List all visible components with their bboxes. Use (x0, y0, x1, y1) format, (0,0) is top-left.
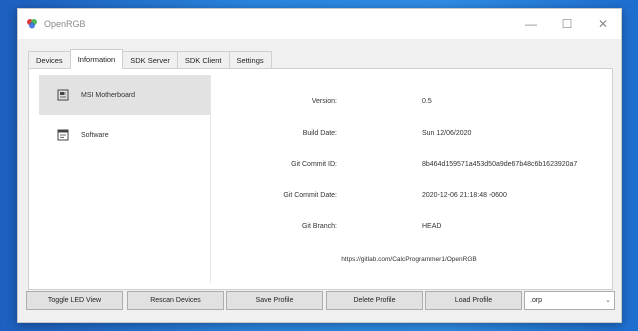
toggle-led-view-button[interactable]: Toggle LED View (26, 291, 123, 310)
software-icon (57, 129, 69, 141)
tab-settings[interactable]: Settings (228, 51, 272, 69)
sidebar-item-label: MSI Motherboard (81, 91, 136, 99)
tab-sdk-server[interactable]: SDK Server (122, 51, 178, 69)
git-branch-row: Git Branch: HEAD (211, 223, 607, 237)
tab-information[interactable]: Information (69, 49, 124, 69)
action-bar: Toggle LED View Rescan Devices Save Prof… (26, 291, 615, 311)
git-commit-date-label: Git Commit Date: (283, 192, 337, 199)
window-title: OpenRGB (44, 19, 86, 29)
profile-select[interactable]: .orp ⌄ (524, 291, 615, 310)
openrgb-logo-icon (27, 19, 37, 29)
chevron-down-icon: ⌄ (605, 297, 611, 304)
info-sidebar: MSI Motherboard Software (39, 75, 210, 215)
git-commit-id-row: Git Commit ID: 8b464d159571a453d50a9de67… (211, 161, 607, 175)
maximize-button[interactable]: ☐ (549, 9, 585, 39)
software-info-content: Version: 0.5 Build Date: Sun 12/06/2020 … (210, 75, 607, 283)
information-panel: MSI Motherboard Software Version: 0.5 Bu… (28, 68, 613, 290)
motherboard-icon (57, 89, 69, 101)
tab-devices[interactable]: Devices (28, 51, 71, 69)
sidebar-item-msi-motherboard[interactable]: MSI Motherboard (39, 75, 210, 115)
git-branch-label: Git Branch: (301, 223, 337, 230)
build-date-label: Build Date: (302, 130, 337, 137)
version-value: 0.5 (422, 98, 432, 105)
delete-profile-button[interactable]: Delete Profile (326, 291, 423, 310)
build-date-row: Build Date: Sun 12/06/2020 (211, 130, 607, 144)
build-date-value: Sun 12/06/2020 (422, 130, 472, 137)
repository-link[interactable]: https://gitlab.com/CalcProgrammer1/OpenR… (211, 256, 607, 263)
openrgb-window: OpenRGB — ☐ ✕ Devices Information SDK Se… (17, 8, 622, 323)
git-branch-value: HEAD (422, 223, 442, 230)
git-commit-id-value: 8b464d159571a453d50a9de67b48c6b1623920a7 (422, 161, 578, 168)
git-commit-date-value: 2020-12-06 21:18:48 -0600 (422, 192, 507, 199)
tab-sdk-client[interactable]: SDK Client (176, 51, 230, 69)
git-commit-id-label: Git Commit ID: (291, 161, 337, 168)
load-profile-button[interactable]: Load Profile (425, 291, 522, 310)
sidebar-item-label: Software (81, 131, 109, 139)
close-button[interactable]: ✕ (585, 9, 621, 39)
git-commit-date-row: Git Commit Date: 2020-12-06 21:18:48 -06… (211, 192, 607, 206)
title-bar[interactable]: OpenRGB — ☐ ✕ (18, 9, 621, 39)
save-profile-button[interactable]: Save Profile (226, 291, 323, 310)
rescan-devices-button[interactable]: Rescan Devices (127, 291, 224, 310)
sidebar-item-software[interactable]: Software (39, 115, 210, 155)
profile-select-value: .orp (530, 297, 543, 304)
minimize-button[interactable]: — (513, 9, 549, 39)
version-label: Version: (311, 98, 337, 105)
window-controls: — ☐ ✕ (513, 9, 621, 39)
tab-bar: Devices Information SDK Server SDK Clien… (28, 49, 272, 69)
version-row: Version: 0.5 (211, 98, 607, 112)
